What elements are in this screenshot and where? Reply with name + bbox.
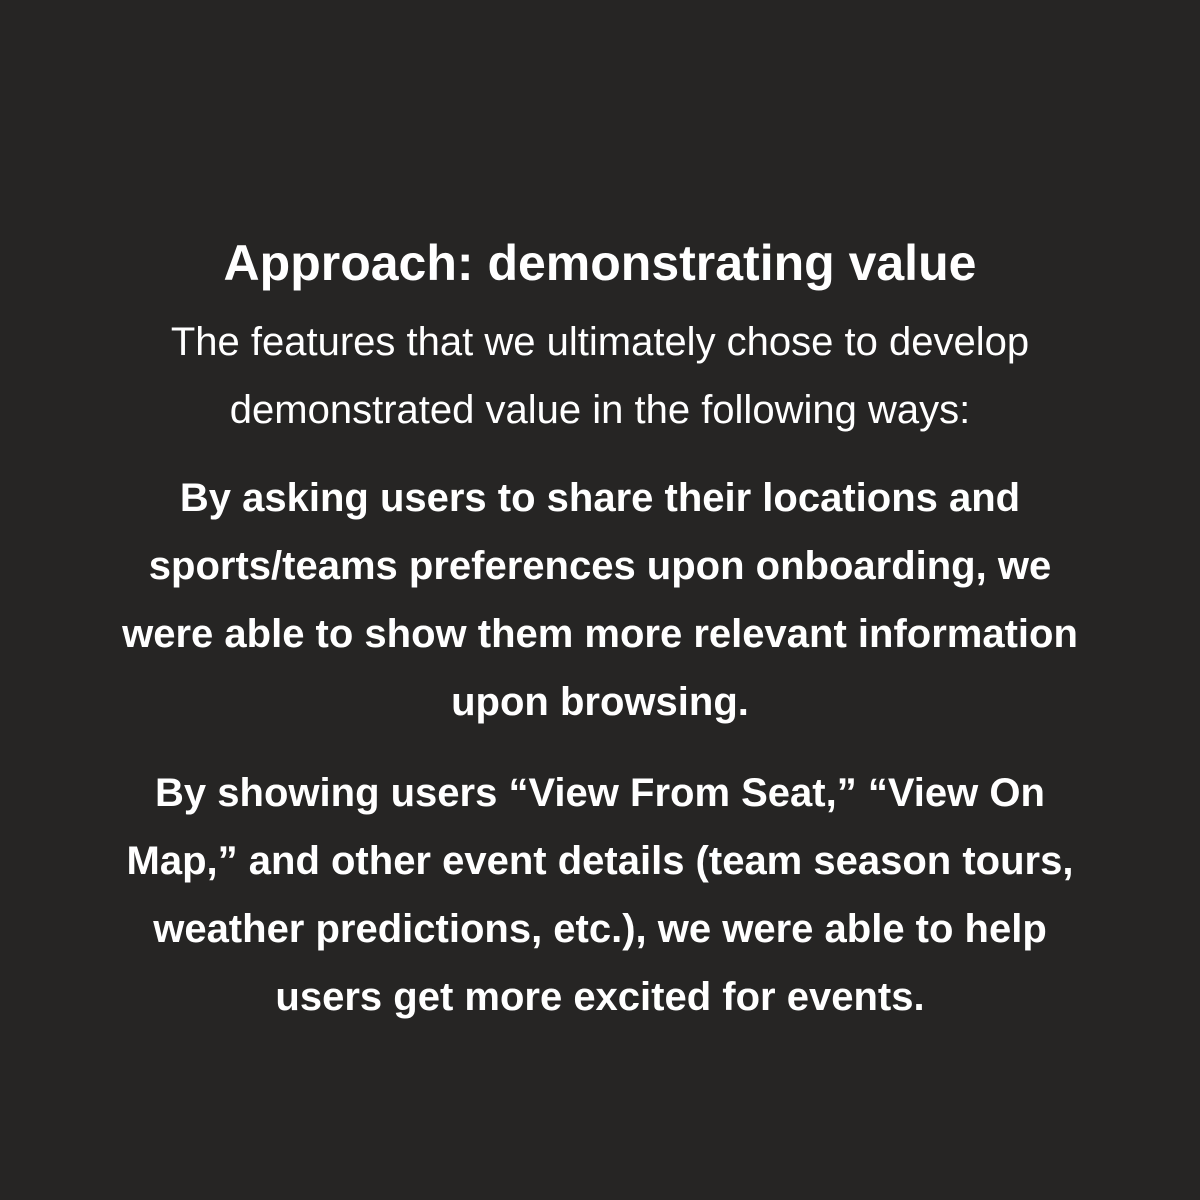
slide: Approach: demonstrating value The featur… [0, 0, 1200, 1200]
slide-content: Approach: demonstrating value The featur… [0, 232, 1200, 1031]
intro-paragraph: The features that we ultimately chose to… [170, 320, 1030, 432]
slide-title: Approach: demonstrating value [223, 235, 977, 291]
value-point-event-details: By showing users “View From Seat,” “View… [126, 771, 1074, 1019]
value-point-onboarding: By asking users to share their locations… [122, 476, 1078, 724]
